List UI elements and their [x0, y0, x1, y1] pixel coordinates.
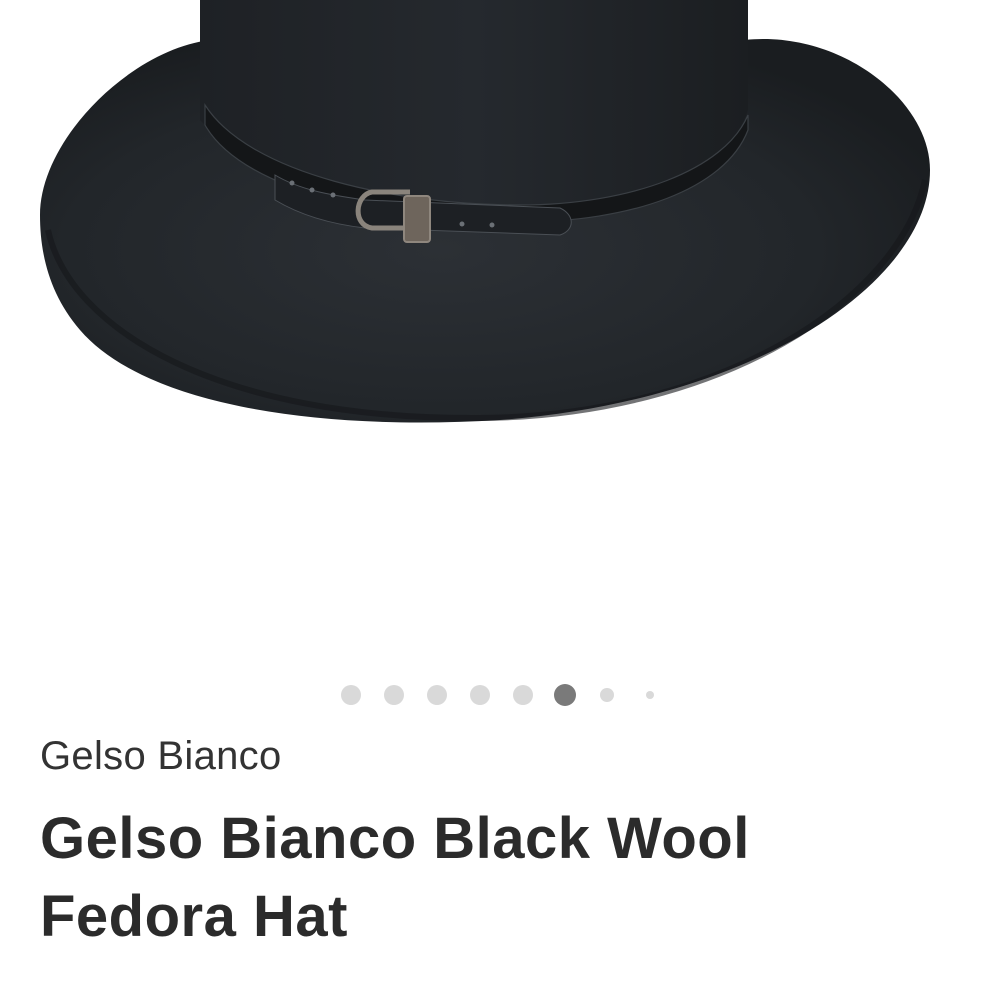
- brand-name[interactable]: Gelso Bianco: [40, 730, 282, 782]
- carousel-dot[interactable]: [470, 685, 490, 705]
- carousel-dot-active[interactable]: [554, 684, 576, 706]
- carousel-dot[interactable]: [513, 685, 533, 705]
- carousel-dot[interactable]: [384, 685, 404, 705]
- product-title: Gelso Bianco Black Wool Fedora Hat: [40, 806, 750, 949]
- carousel-dot[interactable]: [341, 685, 361, 705]
- carousel-dot[interactable]: [646, 691, 654, 699]
- product-image[interactable]: [0, 0, 1000, 660]
- product-page: Gelso Bianco Gelso Bianco Black Wool Fed…: [0, 0, 1000, 1000]
- carousel-dot[interactable]: [427, 685, 447, 705]
- carousel-indicator[interactable]: [0, 682, 1000, 706]
- carousel-dot[interactable]: [600, 688, 614, 702]
- hat-image: [40, 0, 930, 423]
